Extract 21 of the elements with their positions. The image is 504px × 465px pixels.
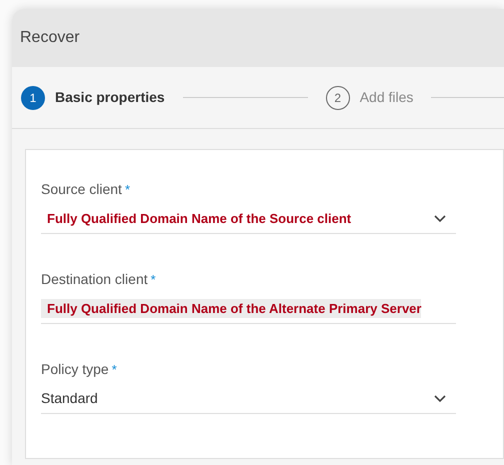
step-number: 2 (326, 86, 350, 110)
field-value: Standard (41, 389, 98, 408)
field-label: Policy type (41, 360, 109, 379)
select-field[interactable]: Fully Qualified Domain Name of the Source client (41, 204, 456, 234)
field-value: Fully Qualified Domain Name of the Source client (46, 210, 352, 228)
input-field[interactable]: Fully Qualified Domain Name of the Alternate Primary Server (41, 294, 456, 324)
required-mark: * (124, 182, 130, 197)
step-label: Add files (360, 88, 414, 107)
chevron-down-icon (434, 394, 446, 402)
step-label: Basic properties (55, 88, 165, 107)
step-tab[interactable]: 1 Basic properties (21, 86, 165, 110)
required-mark: * (150, 272, 156, 287)
select-field[interactable]: Standard (41, 384, 456, 414)
dialog-title: Recover (20, 29, 80, 46)
step-tab[interactable]: 2 Add files (326, 86, 414, 110)
step-number: 1 (21, 86, 45, 110)
field-label: Source client (41, 180, 122, 199)
chevron-down-icon (434, 214, 446, 222)
required-mark: * (112, 362, 117, 377)
field-label: Destination client (41, 270, 148, 289)
field-value: Fully Qualified Domain Name of the Alternate Primary Server (41, 298, 422, 318)
